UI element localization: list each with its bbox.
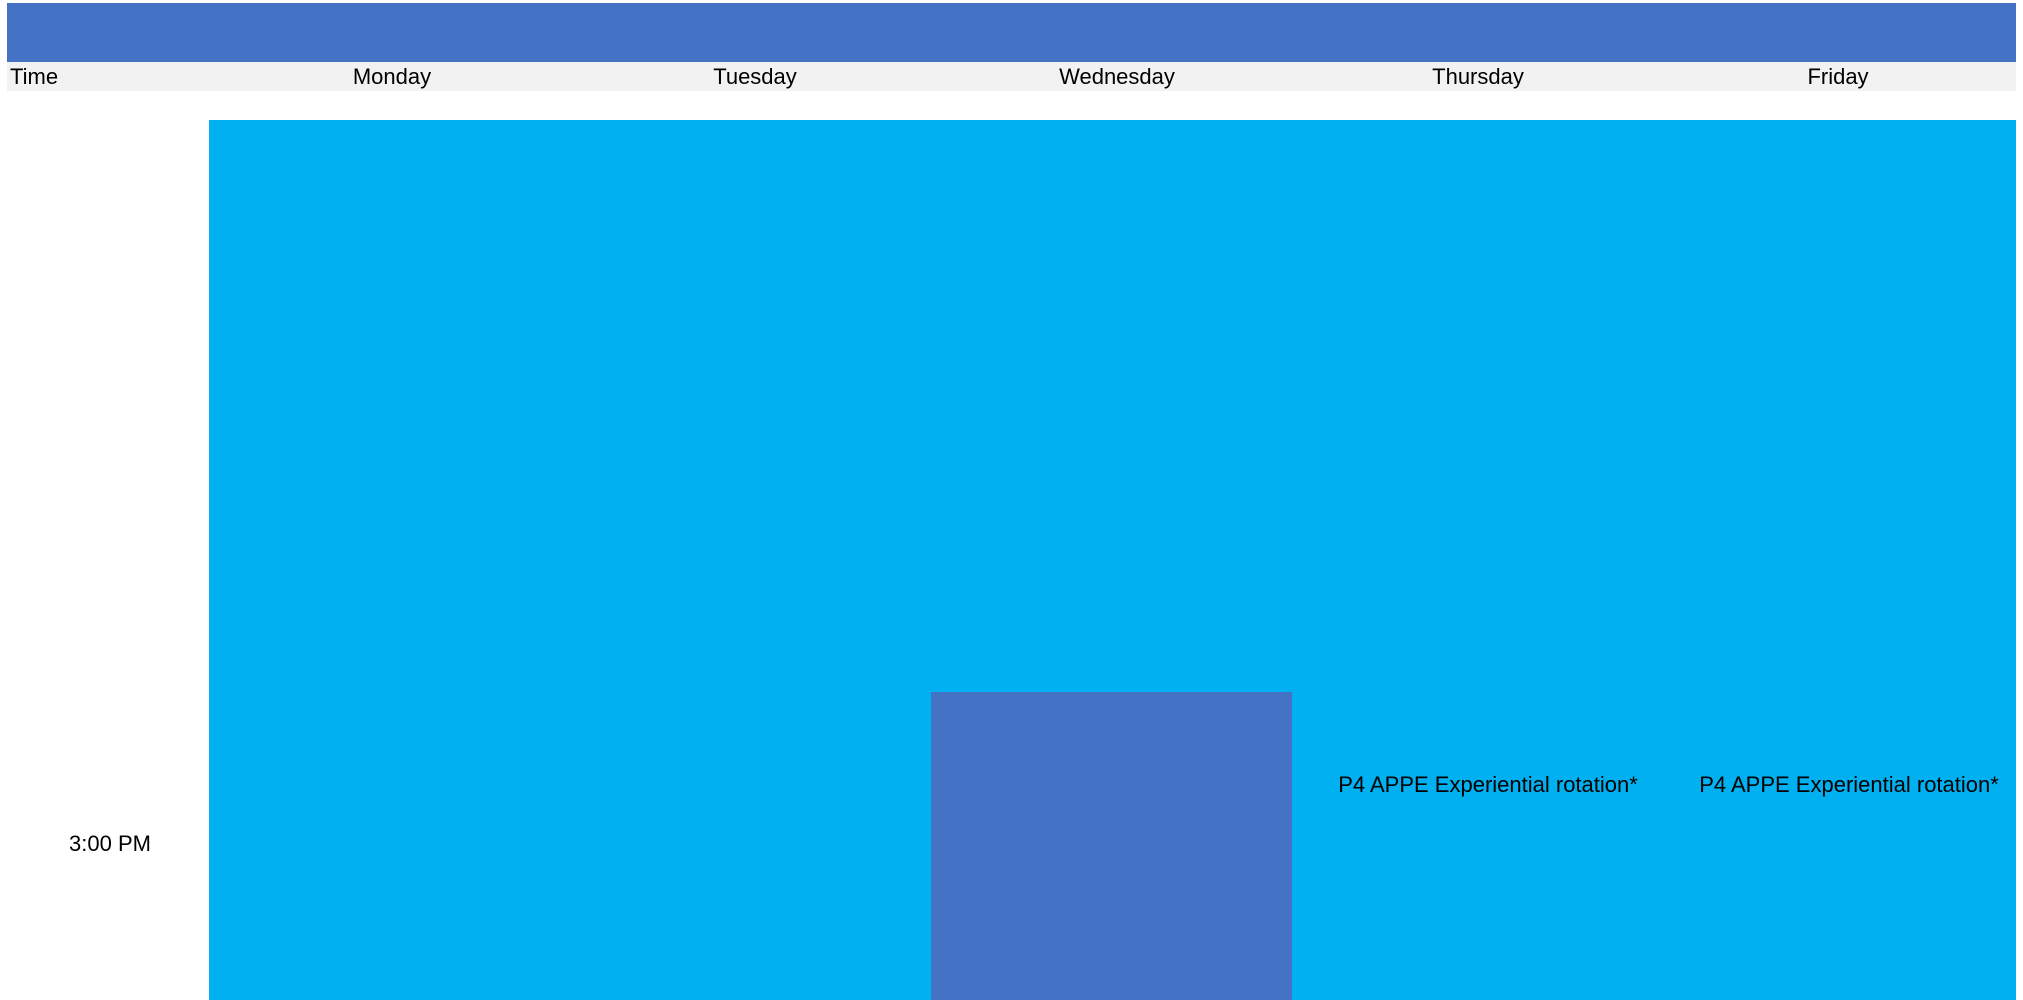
- header-time: Time: [10, 64, 59, 89]
- title-banner: [7, 3, 2016, 62]
- header-wednesday: Wednesday: [1059, 64, 1175, 89]
- wednesday-event-block: [931, 692, 1292, 1000]
- time-slot-label: 3:00 PM: [69, 831, 151, 856]
- header-tuesday: Tuesday: [713, 64, 797, 89]
- header-monday: Monday: [352, 64, 432, 89]
- thursday-event-label: P4 APPE Experiential rotation*: [1338, 772, 1638, 797]
- header-thursday: Thursday: [1432, 64, 1524, 89]
- day-header-row: Time Monday Tuesday Wednesday Thursday F…: [7, 62, 2016, 91]
- header-friday: Friday: [1807, 64, 1869, 89]
- friday-event-label: P4 APPE Experiential rotation*: [1699, 772, 1999, 797]
